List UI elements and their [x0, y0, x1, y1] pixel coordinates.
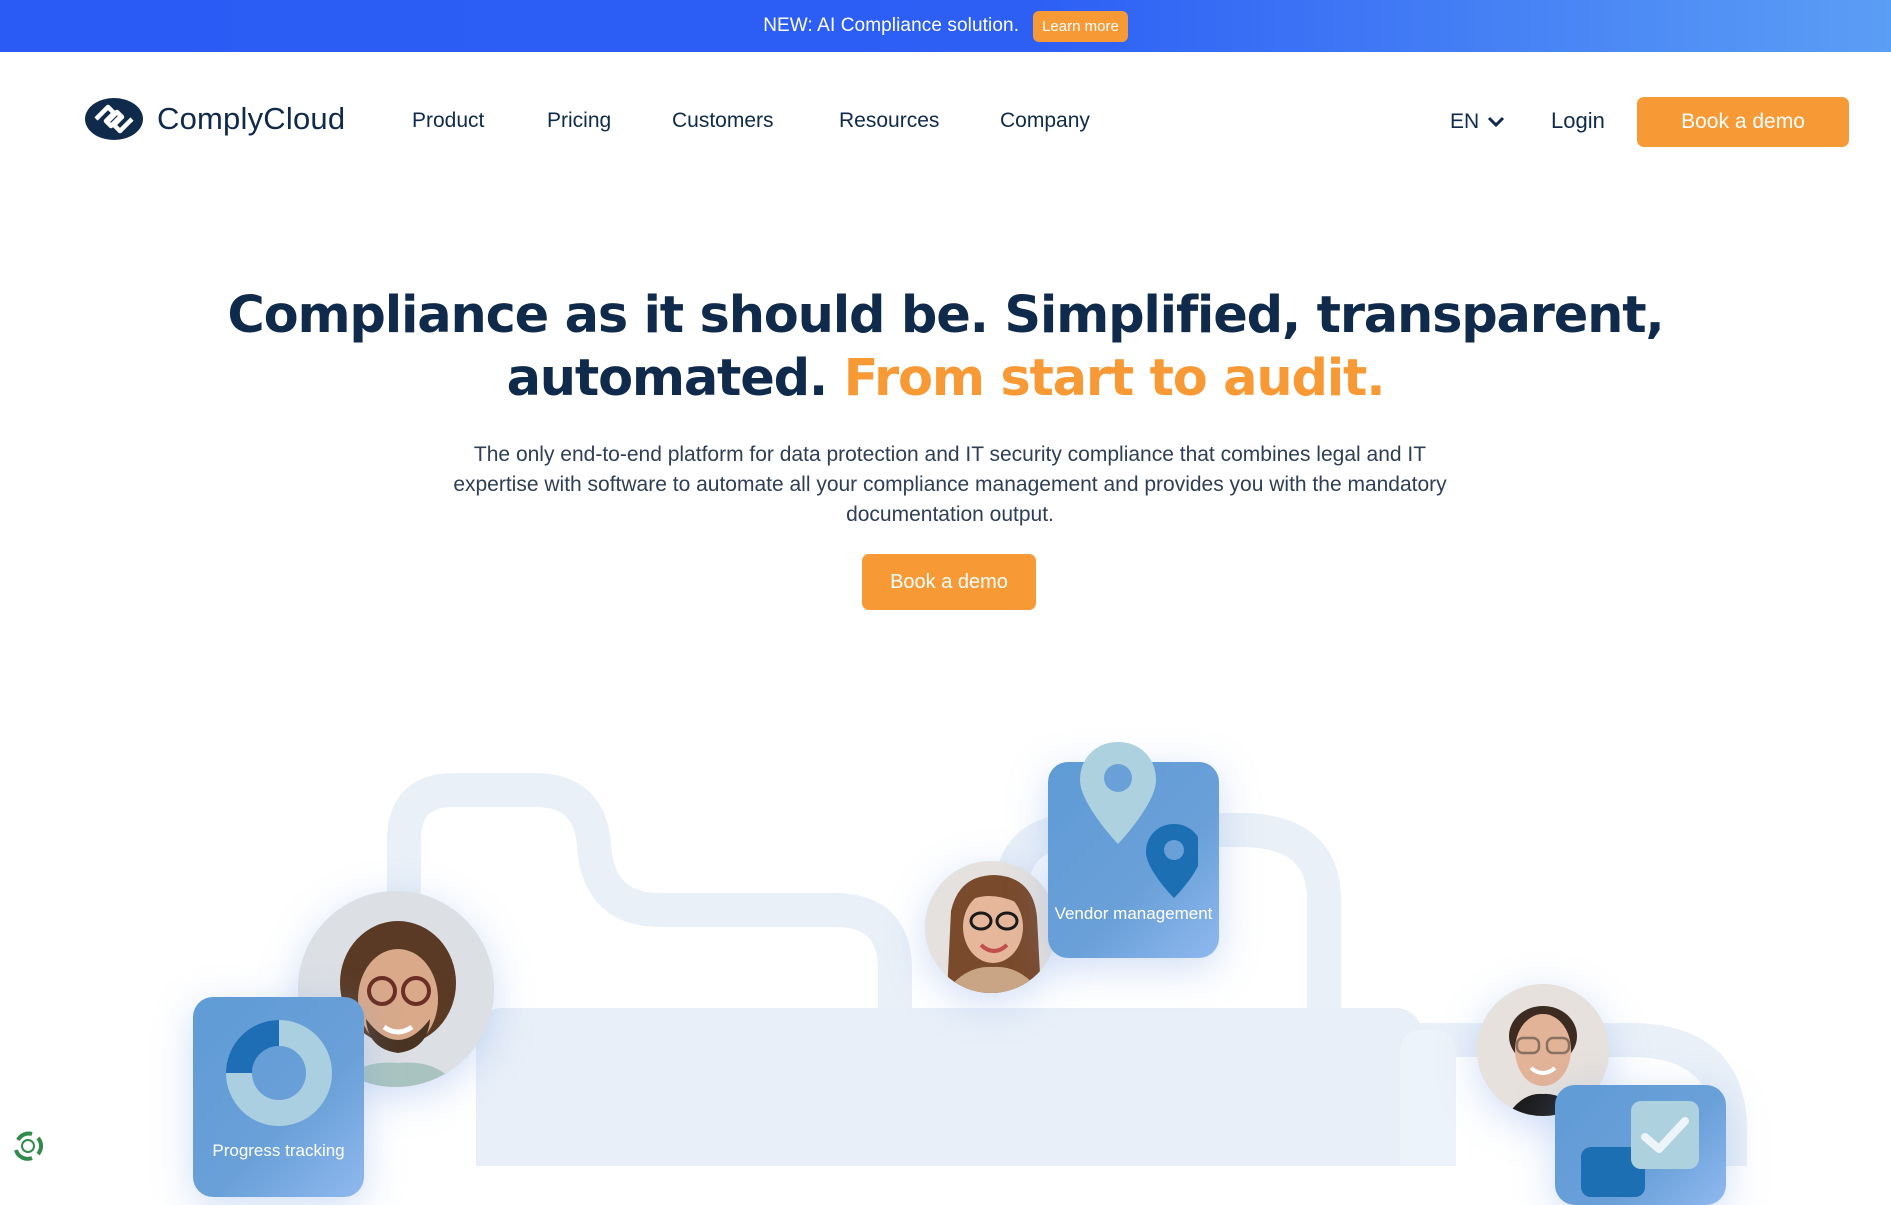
complycloud-logo-icon [85, 98, 143, 140]
card-label: Progress tracking [212, 1141, 345, 1160]
hero-title-line1: Compliance as it should be. Simplified, … [227, 286, 1664, 345]
card-label: Vendor management [1054, 904, 1213, 923]
nav-item-company[interactable]: Company [1000, 109, 1090, 133]
map-pin-icon [1080, 742, 1198, 898]
dashboard-panel-edge [1400, 1030, 1456, 1166]
vendor-management-card: Vendor management [1048, 742, 1219, 958]
person-icon [925, 861, 1057, 993]
language-selector[interactable]: EN [1450, 110, 1505, 134]
checkbox-icon [1631, 1101, 1699, 1169]
book-demo-button-hero[interactable]: Book a demo [862, 554, 1036, 610]
logo-text: ComplyCloud [157, 101, 346, 136]
language-label: EN [1450, 110, 1480, 133]
cookie-settings-icon[interactable] [10, 1128, 46, 1164]
nav-item-product[interactable]: Product [412, 109, 484, 133]
banner-text: NEW: AI Compliance solution. [763, 15, 1020, 36]
login-link[interactable]: Login [1551, 108, 1605, 134]
hero-title-line2: automated. [506, 349, 829, 408]
book-demo-button-header[interactable]: Book a demo [1637, 97, 1849, 147]
dashboard-panel [476, 1008, 1422, 1166]
chevron-down-icon [1488, 116, 1505, 128]
hero-subtitle: The only end-to-end platform for data pr… [453, 443, 1447, 526]
progress-tracking-card: Progress tracking [193, 997, 364, 1197]
learn-more-button[interactable]: Learn more [1033, 10, 1128, 42]
hero-title: Compliance as it should be. Simplified, … [0, 284, 1891, 410]
announcement-banner: NEW: AI Compliance solution. Learn more [0, 0, 1891, 52]
nav-item-pricing[interactable]: Pricing [547, 109, 611, 133]
logo[interactable]: ComplyCloud [84, 97, 345, 141]
donut-chart-icon [226, 1020, 332, 1126]
avatar-photo-woman [925, 861, 1057, 993]
checklist-card [1555, 1085, 1726, 1205]
nav-item-customers[interactable]: Customers [672, 109, 774, 133]
nav-item-resources[interactable]: Resources [839, 109, 939, 133]
hero-title-accent: From start to audit. [843, 349, 1386, 408]
